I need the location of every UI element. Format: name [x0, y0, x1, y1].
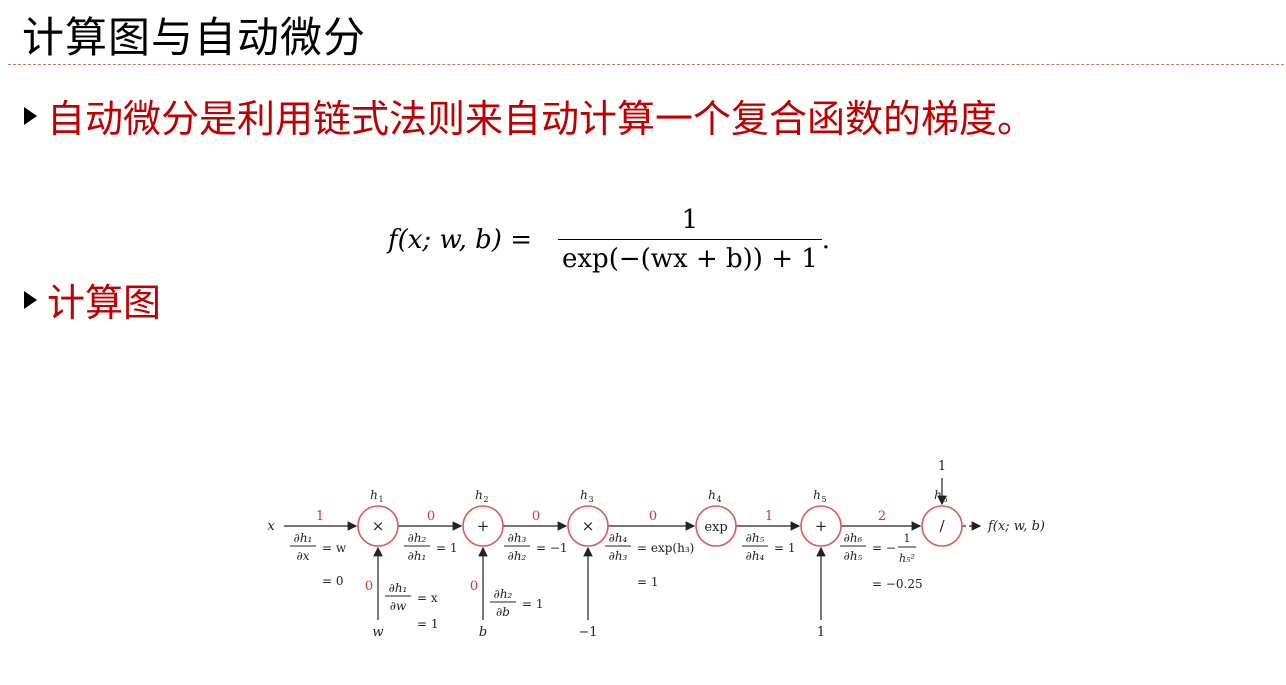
deriv-h1-x-num: ∂h₁: [294, 531, 313, 545]
input-w: w: [372, 625, 383, 640]
node-label-h4: h: [708, 488, 716, 502]
deriv-h5-h4-eq: = 1: [774, 541, 796, 555]
deriv-h1-w-den: ∂w: [390, 599, 407, 613]
deriv-h6-h5-eq: = −: [872, 541, 896, 555]
deriv-h2-b-num: ∂h₂: [494, 587, 513, 601]
deriv-h1-x-eq: = w: [322, 541, 347, 555]
computation-graph: ×h 1+h 2×h 3exph 4+h 5/h 6 xw b −1 11f(x; w, b)1 0…: [267, 459, 1045, 640]
input-top-one: 1: [938, 459, 946, 474]
input-neg1: −1: [578, 625, 597, 640]
node-sub-h3: 3: [588, 495, 593, 504]
input-x: x: [267, 519, 275, 534]
node-op-h5: +: [815, 517, 828, 535]
deriv-h6-h5-val: = −0.25: [872, 577, 923, 591]
deriv-h1-w-num: ∂h₁: [389, 581, 408, 595]
deriv-h5-h4-num: ∂h₅: [746, 531, 765, 545]
deriv-h1-w-eq: = x: [417, 591, 438, 605]
deriv-h2-h1-den: ∂h₁: [408, 549, 427, 563]
deriv-h3-h2-eq: = −1: [536, 541, 568, 555]
deriv-h1-x-val: = 0: [322, 574, 344, 588]
node-sub-h6: 6: [942, 495, 947, 504]
deriv-h5-h4-den: ∂h₄: [746, 549, 765, 563]
deriv-h3-h2-num: ∂h₃: [508, 531, 527, 545]
deriv-h4-h3-num: ∂h₄: [609, 531, 628, 545]
node-op-h1: ×: [372, 517, 385, 535]
deriv-h2-b-den: ∂b: [496, 605, 510, 619]
node-op-h3: ×: [582, 517, 595, 535]
input-b: b: [479, 625, 487, 640]
node-sub-h2: 2: [483, 495, 488, 504]
deriv-h6-h5-den: ∂h₅: [844, 549, 863, 563]
deriv-h2-h1-eq: = 1: [436, 541, 458, 555]
node-op-h4: exp: [704, 520, 727, 535]
deriv-h2-h1-num: ∂h₂: [408, 531, 427, 545]
deriv-h4-h3-den: ∂h₃: [609, 549, 628, 563]
graph-labels: x w b −1 1 1 f(x; w, b) 1 0 0 0 1 2 0 0 ∂h₁ ∂x = w = 0 ∂h₂ ∂…: [267, 459, 1045, 640]
node-label-h6: h: [934, 488, 942, 502]
deriv-h6-h5-num: ∂h₆: [844, 531, 863, 545]
edge-grad-3: 0: [532, 509, 540, 524]
deriv-h4-h3-eq: = exp(h₃): [637, 541, 694, 555]
deriv-h3-h2-den: ∂h₂: [508, 549, 527, 563]
edge-grad-1: 1: [316, 509, 324, 524]
deriv-h6-h5-fnum: 1: [904, 532, 911, 545]
deriv-h2-b-eq: = 1: [522, 597, 544, 611]
node-sub-h1: 1: [378, 495, 383, 504]
node-label-h2: h: [475, 488, 483, 502]
deriv-h4-h3-val: = 1: [637, 575, 659, 589]
edge-grad-5: 1: [765, 509, 773, 524]
node-op-h2: +: [477, 517, 490, 535]
edge-grad-4: 0: [649, 509, 657, 524]
deriv-h6-h5-fden: h₅²: [899, 552, 915, 565]
node-label-h5: h: [813, 488, 821, 502]
graph-nodes: ×h 1+h 2×h 3exph 4+h 5/h 6: [357, 488, 963, 547]
edge-grad-6: 2: [878, 509, 886, 524]
node-sub-h5: 5: [821, 495, 826, 504]
deriv-h1-w-val: = 1: [417, 617, 439, 631]
input-grad-b: 0: [470, 579, 478, 594]
node-label-h1: h: [370, 488, 378, 502]
output-label: f(x; w, b): [987, 519, 1045, 534]
input-one: 1: [817, 625, 825, 640]
node-label-h3: h: [580, 488, 588, 502]
node-sub-h4: 4: [716, 495, 721, 504]
deriv-h1-x-den: ∂x: [297, 549, 310, 563]
input-grad-w: 0: [365, 579, 373, 594]
edge-grad-2: 0: [427, 509, 435, 524]
